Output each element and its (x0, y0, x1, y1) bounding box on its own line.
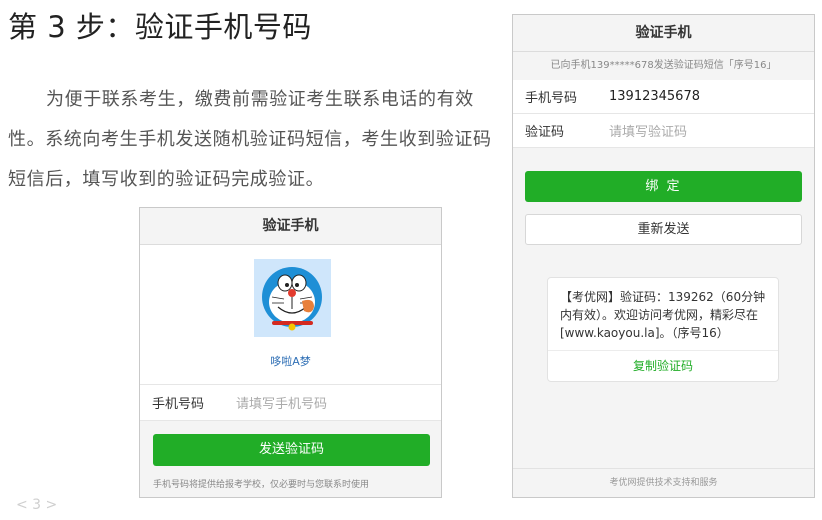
sms-message-card: 【考优网】验证码：139262（60分钟内有效）。欢迎访问考优网，精彩尽在[ww… (547, 277, 779, 382)
phone-field[interactable]: 手机号码 请填写手机号码 (140, 384, 441, 421)
code-input[interactable]: 请填写验证码 (609, 121, 687, 140)
profile-card: 哆啦A梦 (140, 245, 441, 384)
phone-value: 13912345678 (609, 89, 700, 104)
send-code-button[interactable]: 发送验证码 (153, 434, 430, 466)
pagination[interactable]: < 3 > (16, 497, 57, 513)
phone-screen-verify-code: 验证手机 已向手机139*****678发送验证码短信「序号16」 手机号码 1… (512, 14, 815, 498)
phone-label: 手机号码 (525, 91, 578, 106)
screen-header: 验证手机 (140, 208, 441, 245)
copy-code-button[interactable]: 复制验证码 (548, 350, 778, 381)
sent-notice: 已向手机139*****678发送验证码短信「序号16」 (550, 60, 777, 71)
avatar (254, 259, 331, 337)
phone-input[interactable]: 请填写手机号码 (236, 393, 327, 412)
code-label: 验证码 (525, 125, 565, 140)
screen-header: 验证手机 (513, 15, 814, 52)
user-nickname: 哆啦A梦 (270, 355, 311, 368)
doraemon-avatar-icon (254, 259, 331, 337)
bind-button[interactable]: 绑 定 (525, 171, 802, 202)
sms-text: 【考优网】验证码：139262（60分钟内有效）。欢迎访问考优网，精彩尽在[ww… (560, 290, 766, 340)
resend-button[interactable]: 重新发送 (525, 214, 802, 245)
phone-label: 手机号码 (152, 397, 205, 412)
support-footer: 考优网提供技术支持和服务 (513, 468, 814, 497)
page-title: 第 3 步：验证手机号码 (8, 10, 312, 44)
code-field[interactable]: 验证码 请填写验证码 (513, 114, 814, 148)
privacy-note: 手机号码将提供给报考学校，仅必要时与您联系时使用 (153, 480, 370, 490)
phone-row: 手机号码 13912345678 (513, 80, 814, 114)
phone-screen-send-code: 验证手机 哆啦A梦 手机号码 请填写手机号码 发送验证码 手机号码将提供给报考学… (139, 207, 442, 498)
intro-paragraph: 为便于联系考生，缴费前需验证考生联系电话的有效性。系统向考生手机发送随机验证码短… (8, 89, 492, 190)
